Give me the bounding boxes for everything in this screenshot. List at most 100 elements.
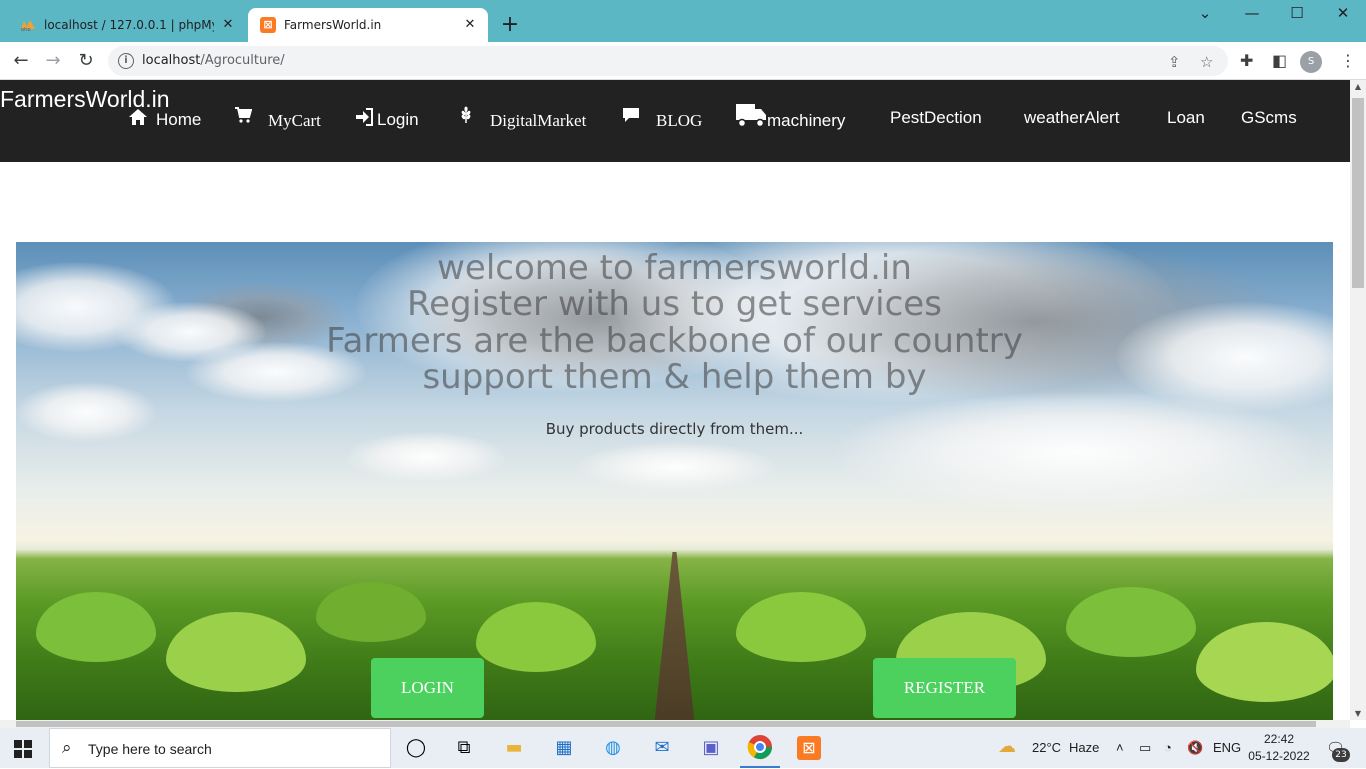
clock-time: 22:42 xyxy=(1263,732,1295,746)
nav-home-label: Home xyxy=(156,109,202,129)
field-path xyxy=(654,552,695,720)
store-icon[interactable]: ▦ xyxy=(550,734,578,762)
hero-line-2: Register with us to get services xyxy=(407,284,942,324)
wheat-icon xyxy=(460,106,472,129)
leaf xyxy=(316,582,426,642)
leaf xyxy=(166,612,306,692)
chrome-icon[interactable] xyxy=(740,734,780,768)
svg-text:php: php xyxy=(21,27,31,31)
leaf xyxy=(36,592,156,662)
scroll-up-icon[interactable]: ▲ xyxy=(1350,82,1366,91)
windows-start-icon[interactable] xyxy=(14,740,32,758)
tab-phpmyadmin[interactable]: php localhost / 127.0.0.1 | phpMyAdmin ✕ xyxy=(8,8,246,42)
back-icon[interactable]: ← xyxy=(9,49,33,73)
close-window-icon[interactable]: ✕ xyxy=(1328,4,1358,22)
minimize-icon[interactable]: — xyxy=(1237,4,1267,22)
windows-taskbar: ⌕ Type here to search ◯ ⧉ ▬ ▦ ◍ ✉ ▣ ⊠ ☁ … xyxy=(0,728,1366,768)
search-placeholder: Type here to search xyxy=(88,741,212,757)
nav-pestdection[interactable]: PestDection xyxy=(890,108,982,128)
tab-farmersworld[interactable]: ⊠ FarmersWorld.in ✕ xyxy=(248,8,488,42)
file-explorer-icon[interactable]: ▬ xyxy=(500,734,528,762)
login-icon xyxy=(355,108,373,131)
task-view-icon[interactable]: ⧉ xyxy=(450,734,478,762)
phpmyadmin-icon: php xyxy=(20,19,36,33)
home-icon xyxy=(128,108,148,131)
clock-date: 05-12-2022 xyxy=(1248,749,1310,763)
weather-desc[interactable]: Haze xyxy=(1069,740,1099,755)
nav-login-label: Login xyxy=(377,109,419,129)
mail-icon[interactable]: ✉ xyxy=(648,734,676,762)
bookmark-star-icon[interactable]: ☆ xyxy=(1200,53,1213,71)
nav-home[interactable]: Home xyxy=(128,108,201,131)
nav-weatheralert[interactable]: weatherAlert xyxy=(1024,108,1119,128)
url-text[interactable]: localhost/Agroculture/ xyxy=(142,53,285,68)
volume-mute-icon[interactable]: 🔇 xyxy=(1187,740,1203,756)
tab-search-icon[interactable]: ⌄ xyxy=(1190,4,1220,22)
nav-machinery[interactable]: machinery xyxy=(736,104,846,133)
cloud xyxy=(346,432,506,482)
cloud xyxy=(836,392,1316,512)
nav-mycart[interactable]: MyCart xyxy=(234,106,321,131)
nav-mycart-label: MyCart xyxy=(268,111,321,130)
nav-gscms[interactable]: GScms xyxy=(1241,108,1297,128)
leaf xyxy=(736,592,866,662)
taskbar-search[interactable]: ⌕ Type here to search xyxy=(49,728,391,768)
taskbar-clock[interactable]: 22:42 05-12-2022 xyxy=(1248,731,1310,765)
tab-title: FarmersWorld.in xyxy=(284,18,382,32)
nav-digitalmarket[interactable]: DigitalMarket xyxy=(460,106,587,131)
share-icon[interactable]: ⇪ xyxy=(1168,53,1181,71)
site-info-icon[interactable]: i xyxy=(118,53,134,69)
new-tab-button[interactable]: + xyxy=(498,12,522,37)
nav-login[interactable]: Login xyxy=(355,108,419,131)
leaf xyxy=(1066,587,1196,657)
truck-icon xyxy=(736,102,767,133)
browser-toolbar: ← → ↻ i localhost/Agroculture/ ⇪ ☆ ✚ ◧ S… xyxy=(0,42,1366,80)
scrollbar-thumb[interactable] xyxy=(1352,98,1364,288)
battery-icon[interactable]: ▭ xyxy=(1139,740,1151,756)
language-indicator[interactable]: ENG xyxy=(1213,740,1241,755)
extensions-icon[interactable]: ✚ xyxy=(1240,51,1253,70)
url-host: localhost xyxy=(142,53,201,68)
teams-icon[interactable]: ▣ xyxy=(697,734,725,762)
hero-line-1: welcome to farmersworld.in xyxy=(437,248,912,288)
maximize-icon[interactable]: ☐ xyxy=(1282,4,1312,22)
site-navbar: FarmersWorld.in Home MyCart Login Digita… xyxy=(0,80,1350,162)
scrollbar-thumb[interactable] xyxy=(16,721,1316,727)
cortana-icon[interactable]: ◯ xyxy=(402,734,430,762)
hero-line-3: Farmers are the backbone of our country xyxy=(326,321,1023,361)
tab-title: localhost / 127.0.0.1 | phpMyAdmin xyxy=(44,18,214,32)
hero-register-button[interactable]: REGISTER xyxy=(873,658,1016,718)
xampp-taskbar-icon[interactable]: ⊠ xyxy=(795,734,823,762)
close-tab-icon[interactable]: ✕ xyxy=(220,17,236,32)
page-viewport: FarmersWorld.in Home MyCart Login Digita… xyxy=(0,80,1350,720)
address-bar[interactable]: i localhost/Agroculture/ ⇪ ☆ xyxy=(108,46,1228,76)
reload-icon[interactable]: ↻ xyxy=(74,49,98,73)
weather-temp[interactable]: 22°C xyxy=(1032,740,1061,755)
nav-loan-label: Loan xyxy=(1167,108,1205,127)
cart-icon xyxy=(234,106,253,128)
nav-pestdection-label: PestDection xyxy=(890,108,982,127)
leaf xyxy=(476,602,596,672)
nav-digitalmarket-label: DigitalMarket xyxy=(490,111,587,130)
hero-login-button[interactable]: LOGIN xyxy=(371,658,484,718)
profile-avatar[interactable]: S xyxy=(1300,51,1322,73)
scroll-down-icon[interactable]: ▼ xyxy=(1350,709,1366,718)
tray-chevron-icon[interactable]: ˄ xyxy=(1116,740,1124,755)
forward-icon[interactable]: → xyxy=(41,49,65,73)
wifi-icon[interactable]: ◔ xyxy=(1164,740,1172,755)
nav-machinery-label: machinery xyxy=(767,110,846,130)
nav-blog[interactable]: BLOG xyxy=(622,107,702,131)
cloud xyxy=(576,442,776,492)
weather-icon[interactable]: ☁ xyxy=(998,736,1016,757)
side-panel-icon[interactable]: ◧ xyxy=(1272,51,1287,70)
menu-kebab-icon[interactable]: ⋮ xyxy=(1340,51,1356,70)
close-tab-icon[interactable]: ✕ xyxy=(462,17,478,32)
vertical-scrollbar[interactable]: ▲ ▼ xyxy=(1350,80,1366,720)
nav-loan[interactable]: Loan xyxy=(1167,108,1205,128)
leaf xyxy=(1196,622,1333,702)
hero-banner: welcome to farmersworld.in Register with… xyxy=(16,242,1333,720)
comment-icon xyxy=(622,107,640,128)
edge-icon[interactable]: ◍ xyxy=(599,734,627,762)
tab-strip: php localhost / 127.0.0.1 | phpMyAdmin ✕… xyxy=(0,0,1366,42)
horizontal-scrollbar[interactable] xyxy=(0,720,1350,728)
